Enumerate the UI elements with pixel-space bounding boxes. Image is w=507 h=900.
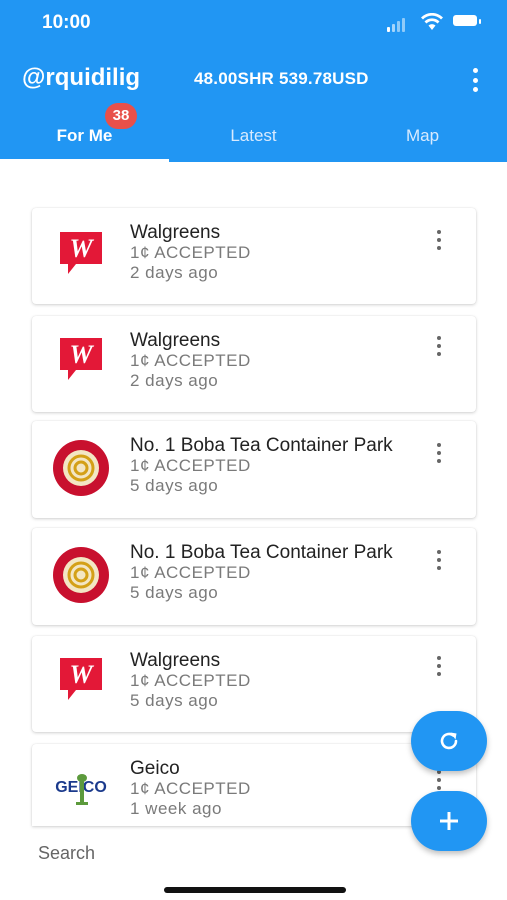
refresh-icon <box>440 732 458 750</box>
list-item[interactable]: W Walgreens 1¢ ACCEPTED 5 days ago <box>32 636 476 732</box>
signal-icon <box>387 27 390 32</box>
item-title: No. 1 Boba Tea Container Park <box>130 435 393 456</box>
item-menu-icon[interactable] <box>436 770 442 790</box>
app-bar: 10:00 @rquidilig 48.00SHR 539.78USD For … <box>0 0 507 162</box>
username: @rquidilig <box>22 64 141 91</box>
item-title: Geico <box>130 758 180 779</box>
wifi-icon <box>421 13 443 30</box>
add-icon <box>440 812 458 830</box>
list-item[interactable]: GEICO Geico 1¢ ACCEPTED 1 week ago <box>32 744 476 826</box>
item-status: 1¢ ACCEPTED <box>130 671 251 690</box>
battery-icon <box>453 15 477 26</box>
item-title: Walgreens <box>130 330 221 351</box>
list-item[interactable]: No. 1 Boba Tea Container Park 1¢ ACCEPTE… <box>32 421 476 518</box>
list-item[interactable]: No. 1 Boba Tea Container Park 1¢ ACCEPTE… <box>32 528 476 625</box>
home-indicator <box>164 887 346 893</box>
item-time: 5 days ago <box>130 476 219 495</box>
item-title: Walgreens <box>130 650 221 671</box>
tab-indicator <box>0 159 169 162</box>
item-time: 2 days ago <box>130 371 219 390</box>
add-button[interactable] <box>411 791 487 851</box>
geico-logo: GEICO <box>55 774 107 805</box>
item-status: 1¢ ACCEPTED <box>130 456 251 475</box>
walgreens-logo: W <box>60 658 102 700</box>
item-menu-icon[interactable] <box>436 656 442 676</box>
status-time: 10:00 <box>42 12 91 33</box>
walgreens-logo: W <box>60 232 102 274</box>
item-status: 1¢ ACCEPTED <box>130 351 251 370</box>
item-menu-icon[interactable] <box>436 336 442 356</box>
item-menu-icon[interactable] <box>436 230 442 250</box>
svg-text:W: W <box>69 340 94 369</box>
item-status: 1¢ ACCEPTED <box>130 563 251 582</box>
search-input[interactable]: Search <box>38 843 95 864</box>
wallet-balance: 48.00SHR 539.78USD <box>194 69 369 88</box>
item-title: Walgreens <box>130 222 221 243</box>
notification-badge: 38 <box>105 103 137 129</box>
list-item[interactable]: W Walgreens 1¢ ACCEPTED 2 days ago <box>32 208 476 304</box>
item-time: 1 week ago <box>130 799 222 818</box>
tab-label: For Me <box>56 126 113 145</box>
item-time: 5 days ago <box>130 583 219 602</box>
item-menu-icon[interactable] <box>436 550 442 570</box>
tab-latest[interactable]: Latest <box>169 114 338 162</box>
item-time: 5 days ago <box>130 691 219 710</box>
tab-label: Latest <box>230 126 277 145</box>
kebab-menu-icon[interactable] <box>465 68 485 92</box>
refresh-button[interactable] <box>411 711 487 771</box>
tab-bar: For Me 38 Latest Map <box>0 103 507 162</box>
walgreens-logo: W <box>60 338 102 380</box>
list-item[interactable]: W Walgreens 1¢ ACCEPTED 2 days ago <box>32 316 476 412</box>
svg-text:W: W <box>69 660 94 689</box>
item-status: 1¢ ACCEPTED <box>130 779 251 798</box>
tab-map[interactable]: Map <box>338 114 507 162</box>
boba-tea-logo <box>53 547 109 603</box>
tab-label: Map <box>405 126 440 145</box>
tab-for-me[interactable]: For Me 38 <box>0 103 169 162</box>
item-time: 2 days ago <box>130 263 219 282</box>
boba-tea-logo <box>53 440 109 496</box>
item-menu-icon[interactable] <box>436 443 442 463</box>
status-icons <box>357 10 481 34</box>
svg-text:W: W <box>69 234 94 263</box>
item-status: 1¢ ACCEPTED <box>130 243 251 262</box>
item-title: No. 1 Boba Tea Container Park <box>130 542 393 563</box>
